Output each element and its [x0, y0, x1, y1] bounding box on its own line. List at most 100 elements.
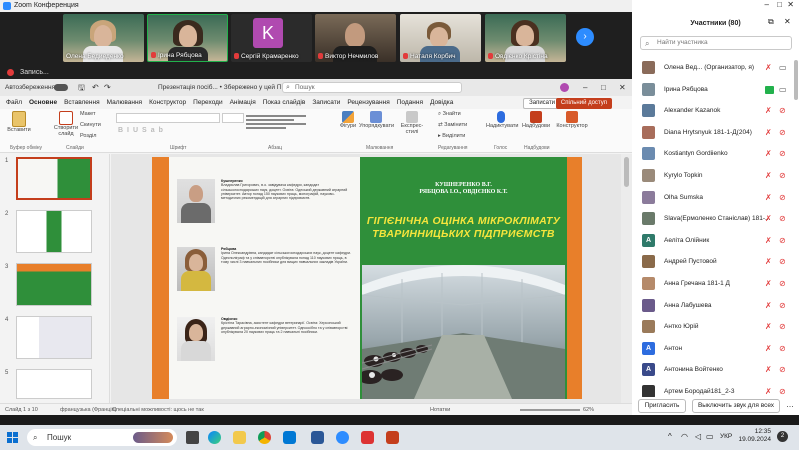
zoom-icon[interactable] [336, 431, 349, 444]
camera-off-icon[interactable]: ⊘ [779, 128, 788, 138]
slide-thumbnail[interactable] [16, 369, 92, 399]
video-tile[interactable]: K Сергій Крамаренко [231, 14, 312, 62]
ppt-search-input[interactable]: ⌕ Пошук [282, 82, 462, 93]
mic-muted-icon[interactable]: ✗ [765, 279, 774, 289]
language-indicator[interactable]: УКР [720, 433, 732, 440]
network-icon[interactable]: ◠ [681, 432, 688, 441]
video-tile[interactable]: Олена Бедиеденко [63, 14, 144, 62]
mic-muted-icon[interactable]: ✗ [765, 128, 774, 138]
windows-start-icon[interactable] [7, 432, 18, 443]
video-tile[interactable]: Виктор Нечмилов [315, 14, 396, 62]
slide-thumbnail[interactable] [16, 157, 92, 200]
ribbon-tab[interactable]: Анімація [230, 96, 256, 109]
chrome-icon[interactable] [258, 431, 271, 444]
edge-icon[interactable] [208, 431, 221, 444]
participant-row[interactable]: Анна Гречана 181-1 Д ✗ ⊘ [632, 273, 792, 295]
mic-muted-icon[interactable]: ✗ [765, 257, 774, 267]
mic-muted-icon[interactable]: ✗ [765, 344, 774, 354]
store-icon[interactable] [283, 431, 296, 444]
layout-button[interactable]: Макет [80, 111, 96, 117]
task-view-icon[interactable] [186, 431, 199, 444]
participant-row[interactable]: Olha Sumska ✗ ⊘ [632, 187, 792, 209]
designer-button[interactable]: Конструктор [555, 111, 589, 129]
mic-muted-icon[interactable]: ✗ [765, 236, 774, 246]
participant-row[interactable]: Alexander Kazanok ✗ ⊘ [632, 100, 792, 122]
close-panel-icon[interactable]: ✕ [784, 17, 791, 26]
ribbon-tab[interactable]: Вставлення [64, 96, 100, 109]
user-avatar[interactable] [560, 83, 569, 92]
notifications-icon[interactable]: 2 [777, 431, 788, 442]
video-tile[interactable]: Наталя Корбич [400, 14, 481, 62]
arrange-button[interactable]: Упорядкувати [359, 111, 394, 129]
camera-off-icon[interactable]: ⊘ [779, 149, 788, 159]
word-icon[interactable] [311, 431, 324, 444]
font-size-select[interactable] [222, 113, 244, 123]
reset-button[interactable]: Скинути [80, 122, 101, 128]
participant-row[interactable]: Slava(Ермоленко Станіслав) 181-... ✗ ⊘ [632, 208, 792, 230]
battery-icon[interactable]: ▭ [706, 432, 714, 441]
camera-off-icon[interactable]: ⊘ [779, 279, 788, 289]
participant-list-scrollbar[interactable] [794, 60, 798, 100]
slide-thumbnail[interactable] [16, 263, 92, 306]
ribbon-tab[interactable]: Довідка [430, 96, 453, 109]
participant-row[interactable]: A Антон ✗ ⊘ [632, 338, 792, 360]
undo-icon[interactable]: ↶ [92, 79, 99, 96]
mic-muted-icon[interactable]: ✗ [765, 365, 774, 375]
video-tile[interactable]: Ірина Рябцова [147, 14, 228, 62]
vertical-scrollbar[interactable] [621, 154, 632, 403]
notes-button[interactable]: Нотатки [430, 404, 450, 416]
more-icon[interactable]: … [786, 400, 794, 409]
quick-styles-button[interactable]: Експрес-стилі [395, 111, 429, 135]
tray-chevron-icon[interactable]: ^ [668, 432, 672, 441]
new-slide-button[interactable]: Створити слайд [52, 111, 80, 137]
camera-off-icon[interactable]: ⊘ [779, 387, 788, 397]
acrobat-icon[interactable] [361, 431, 374, 444]
mic-muted-icon[interactable]: ✗ [765, 214, 774, 224]
mic-muted-icon[interactable]: ✗ [765, 149, 774, 159]
camera-off-icon[interactable]: ⊘ [779, 301, 788, 311]
participant-row[interactable]: Ірина Рябцова ▭ [632, 79, 792, 101]
mic-on-icon[interactable] [765, 85, 774, 94]
next-videos-button[interactable]: › [576, 28, 594, 46]
ribbon-tab[interactable]: Переходи [193, 96, 222, 109]
camera-off-icon[interactable]: ⊘ [779, 171, 788, 181]
font-format-buttons[interactable]: BIUSab [118, 127, 167, 134]
participant-row[interactable]: A Аеліта Олійник ✗ ⊘ [632, 230, 792, 252]
addins-button[interactable]: Надбудови [521, 111, 551, 129]
popout-icon[interactable]: ⧉ [768, 17, 774, 27]
participant-row[interactable]: Kostiantyn Gordiienko ✗ ⊘ [632, 143, 792, 165]
mic-muted-icon[interactable]: ✗ [765, 171, 774, 181]
document-title[interactable]: Презентація посіб... • Збережено у цей П… [158, 79, 285, 96]
camera-off-icon[interactable]: ⊘ [779, 365, 788, 375]
ribbon-tab[interactable]: Рецензування [347, 96, 389, 109]
slide-thumbnail[interactable] [16, 316, 92, 359]
slide[interactable]: Кушнеренко Владислав Григорович, в.о. зав… [152, 157, 582, 399]
autosave-toggle[interactable] [54, 84, 68, 91]
participant-row[interactable]: Diana Hrytsnyuk 181-1-Д(204) ✗ ⊘ [632, 122, 792, 144]
share-button[interactable]: Спільний доступ [555, 98, 612, 109]
maximize-icon[interactable]: □ [777, 0, 782, 9]
redo-icon[interactable]: ↷ [104, 79, 111, 96]
paste-button[interactable]: Вставити [6, 111, 32, 133]
powerpoint-icon[interactable] [386, 431, 399, 444]
mute-all-button[interactable]: Выключить звук для всех [692, 399, 780, 413]
ribbon-tab[interactable]: Показ слайдів [263, 96, 306, 109]
participant-row[interactable]: Анна Лабушева ✗ ⊘ [632, 295, 792, 317]
participant-row[interactable]: Андрей Пустовой ✗ ⊘ [632, 251, 792, 273]
camera-off-icon[interactable]: ⊘ [779, 236, 788, 246]
font-name-select[interactable] [116, 113, 220, 123]
zoom-slider[interactable] [520, 409, 580, 411]
replace-button[interactable]: ⇄ Замінити [438, 122, 467, 128]
close-icon[interactable]: ✕ [787, 0, 794, 9]
slide-canvas[interactable]: Кушнеренко Владислав Григорович, в.о. зав… [111, 154, 621, 403]
video-tile[interactable]: Овдієнко Крістіна [485, 14, 566, 62]
dictate-button[interactable]: Надиктувати [486, 111, 519, 129]
participant-row[interactable]: Олена Вед... (Организатор, я) ✗ ▭ [632, 57, 792, 79]
camera-off-icon[interactable]: ⊘ [779, 214, 788, 224]
participant-row[interactable]: Антко Юрій ✗ ⊘ [632, 316, 792, 338]
camera-off-icon[interactable]: ⊘ [779, 322, 788, 332]
file-explorer-icon[interactable] [233, 431, 246, 444]
invite-button[interactable]: Пригласить [638, 399, 686, 413]
language-status[interactable]: французька (Франція) [60, 404, 116, 416]
mic-muted-icon[interactable]: ✗ [765, 387, 774, 397]
